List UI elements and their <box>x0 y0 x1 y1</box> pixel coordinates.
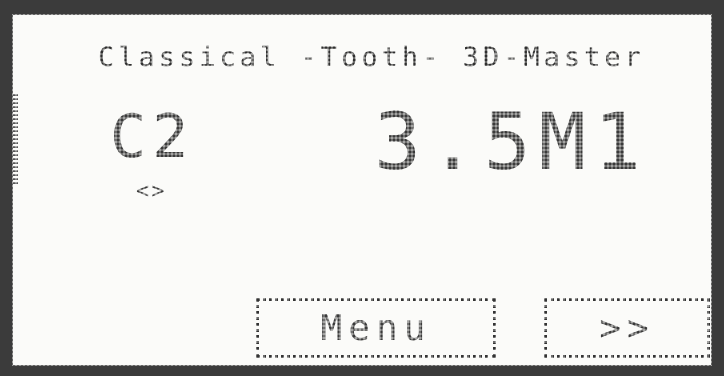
next-button[interactable]: >> <box>544 298 710 358</box>
classical-shade-indicator: <> <box>136 179 167 204</box>
master-shade-value: 3.5M1 <box>374 98 649 188</box>
device-bezel: Classical -Tooth- 3D-Master C2 3.5M1 <> … <box>0 0 724 376</box>
lcd-screen: Classical -Tooth- 3D-Master C2 3.5M1 <> … <box>12 14 712 366</box>
menu-button[interactable]: Menu <box>256 298 496 358</box>
screen-title: Classical -Tooth- 3D-Master <box>98 42 645 73</box>
menu-button-label: Menu <box>320 307 432 349</box>
classical-shade-value: C2 <box>110 102 195 172</box>
next-button-label: >> <box>599 307 655 349</box>
screen-edge-marker <box>12 94 18 184</box>
